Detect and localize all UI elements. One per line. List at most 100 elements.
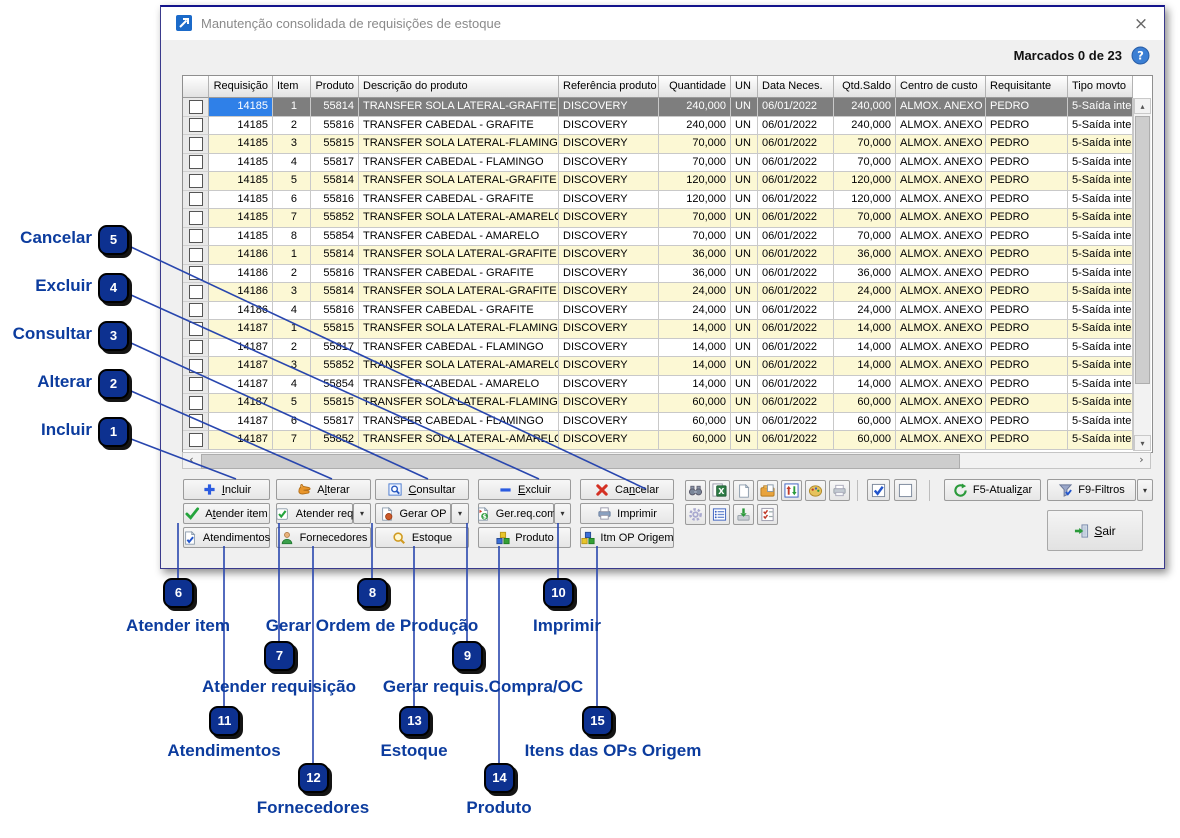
row-checkbox[interactable] xyxy=(189,229,203,243)
imprimir-button[interactable]: Imprimir xyxy=(580,503,674,524)
row-checkbox[interactable] xyxy=(189,303,203,317)
column-header[interactable]: Item xyxy=(273,76,311,98)
row-checkbox[interactable] xyxy=(189,322,203,336)
column-header[interactable] xyxy=(183,76,209,98)
table-row[interactable]: 14187555815TRANSFER SOLA LATERAL-FLAMING… xyxy=(183,394,1133,413)
row-checkbox[interactable] xyxy=(189,433,203,447)
vertical-scroll-thumb[interactable] xyxy=(1135,116,1150,384)
checked-box-icon xyxy=(871,483,886,498)
alterar-button[interactable]: Alterar xyxy=(276,479,371,500)
row-checkbox[interactable] xyxy=(189,211,203,225)
row-checkbox[interactable] xyxy=(189,118,203,132)
scroll-right-icon[interactable]: › xyxy=(1133,453,1150,468)
incluir-button[interactable]: Incluir xyxy=(183,479,270,500)
properties-button[interactable] xyxy=(709,504,730,525)
table-row[interactable]: 14185555814TRANSFER SOLA LATERAL-GRAFITE… xyxy=(183,172,1133,191)
scroll-down-icon[interactable]: ▾ xyxy=(1134,435,1151,451)
horizontal-scroll-thumb[interactable] xyxy=(201,454,960,469)
row-checkbox[interactable] xyxy=(189,414,203,428)
export-button[interactable] xyxy=(757,480,778,501)
vertical-scrollbar[interactable]: ▴ ▾ xyxy=(1133,98,1151,451)
row-checkbox[interactable] xyxy=(189,137,203,151)
row-checkbox[interactable] xyxy=(189,340,203,354)
table-row[interactable]: 14186155814TRANSFER SOLA LATERAL-GRAFITE… xyxy=(183,246,1133,265)
table-row[interactable]: 14185255816TRANSFER CABEDAL - GRAFITEDIS… xyxy=(183,117,1133,136)
column-header[interactable]: Data Neces. xyxy=(758,76,834,98)
settings-button[interactable] xyxy=(685,504,706,525)
table-row[interactable]: 14185455817TRANSFER CABEDAL - FLAMINGODI… xyxy=(183,154,1133,173)
table-row[interactable]: 14187455854TRANSFER CABEDAL - AMARELODIS… xyxy=(183,376,1133,395)
row-checkbox[interactable] xyxy=(189,377,203,391)
checklist-button[interactable] xyxy=(757,504,778,525)
atender-req-button[interactable]: Atender req xyxy=(276,503,353,524)
row-checkbox[interactable] xyxy=(189,155,203,169)
column-header[interactable]: Descrição do produto xyxy=(359,76,559,98)
close-icon[interactable]: × xyxy=(1130,13,1152,35)
column-header[interactable]: Requisição xyxy=(209,76,273,98)
column-header[interactable]: Quantidade xyxy=(659,76,731,98)
itm-op-origem-button[interactable]: Itm OP Origem xyxy=(580,527,674,548)
excel-export-button[interactable]: X xyxy=(709,480,730,501)
table-row[interactable]: 14187755852TRANSFER SOLA LATERAL-AMARELO… xyxy=(183,431,1133,450)
atender-item-button[interactable]: Atender item xyxy=(183,503,270,524)
table-row[interactable]: 14187355852TRANSFER SOLA LATERAL-AMARELO… xyxy=(183,357,1133,376)
new-document-button[interactable] xyxy=(733,480,754,501)
column-header[interactable]: UN xyxy=(731,76,758,98)
table-row[interactable]: 14187255817TRANSFER CABEDAL - FLAMINGODI… xyxy=(183,339,1133,358)
column-header[interactable]: Centro de custo xyxy=(896,76,986,98)
sair-button[interactable]: Sair xyxy=(1047,510,1143,551)
row-checkbox[interactable] xyxy=(189,266,203,280)
sort-columns-button[interactable] xyxy=(781,480,802,501)
estoque-button[interactable]: Estoque xyxy=(375,527,469,548)
row-checkbox[interactable] xyxy=(189,359,203,373)
gerar-op-dropdown[interactable]: ▾ xyxy=(451,503,469,524)
atendimentos-button[interactable]: Atendimentos xyxy=(183,527,270,548)
row-checkbox[interactable] xyxy=(189,100,203,114)
excluir-button[interactable]: Excluir xyxy=(478,479,571,500)
column-header[interactable]: Qtd.Saldo xyxy=(834,76,896,98)
table-row[interactable]: 14186255816TRANSFER CABEDAL - GRAFITEDIS… xyxy=(183,265,1133,284)
cubes-icon xyxy=(495,530,510,545)
f5-atualizar-button[interactable]: F5-Atualizar xyxy=(944,479,1041,501)
help-icon[interactable]: ? xyxy=(1131,46,1150,65)
table-row[interactable]: 14186355814TRANSFER SOLA LATERAL-GRAFITE… xyxy=(183,283,1133,302)
row-checkbox[interactable] xyxy=(189,248,203,262)
table-row[interactable]: 14187155815TRANSFER SOLA LATERAL-FLAMING… xyxy=(183,320,1133,339)
horizontal-scrollbar[interactable]: ‹ › xyxy=(182,452,1151,469)
cell: 8 xyxy=(273,228,311,247)
check-all-button[interactable] xyxy=(867,479,890,501)
table-row[interactable]: 14186455816TRANSFER CABEDAL - GRAFITEDIS… xyxy=(183,302,1133,321)
filtros-dropdown[interactable]: ▾ xyxy=(1137,479,1153,501)
palette-icon xyxy=(808,483,823,498)
row-checkbox[interactable] xyxy=(189,174,203,188)
column-header[interactable]: Referência produto xyxy=(559,76,659,98)
row-checkbox[interactable] xyxy=(189,192,203,206)
row-checkbox[interactable] xyxy=(189,396,203,410)
table-row[interactable]: 14185855854TRANSFER CABEDAL - AMARELODIS… xyxy=(183,228,1133,247)
column-header[interactable]: Tipo movto xyxy=(1068,76,1133,98)
row-checkbox[interactable] xyxy=(189,285,203,299)
table-row[interactable]: 14185355815TRANSFER SOLA LATERAL-FLAMING… xyxy=(183,135,1133,154)
table-row[interactable]: 14185755852TRANSFER SOLA LATERAL-AMARELO… xyxy=(183,209,1133,228)
table-row[interactable]: 14187655817TRANSFER CABEDAL - FLAMINGODI… xyxy=(183,413,1133,432)
printer-gray-button[interactable] xyxy=(829,480,850,501)
table-row[interactable]: 14185155814TRANSFER SOLA LATERAL-GRAFITE… xyxy=(183,98,1133,117)
ger-req-com-dropdown[interactable]: ▾ xyxy=(554,503,571,524)
cancelar-button[interactable]: Cancelar xyxy=(580,479,674,500)
import-button[interactable] xyxy=(733,504,754,525)
uncheck-all-button[interactable] xyxy=(894,479,917,501)
scroll-left-icon[interactable]: ‹ xyxy=(183,453,200,468)
column-header[interactable]: Produto xyxy=(311,76,359,98)
scroll-up-icon[interactable]: ▴ xyxy=(1134,98,1151,114)
palette-button[interactable] xyxy=(805,480,826,501)
fornecedores-button[interactable]: Fornecedores xyxy=(276,527,371,548)
produto-button[interactable]: Produto xyxy=(478,527,571,548)
consultar-button[interactable]: Consultar xyxy=(375,479,469,500)
binoculars-button[interactable] xyxy=(685,480,706,501)
f9-filtros-button[interactable]: F9-Filtros xyxy=(1047,479,1136,501)
gerar-op-button[interactable]: Gerar OP xyxy=(375,503,451,524)
atender-req-dropdown[interactable]: ▾ xyxy=(353,503,371,524)
table-row[interactable]: 14185655816TRANSFER CABEDAL - GRAFITEDIS… xyxy=(183,191,1133,210)
ger-req-com-button[interactable]: $ Ger.req.com xyxy=(478,503,554,524)
column-header[interactable]: Requisitante xyxy=(986,76,1068,98)
